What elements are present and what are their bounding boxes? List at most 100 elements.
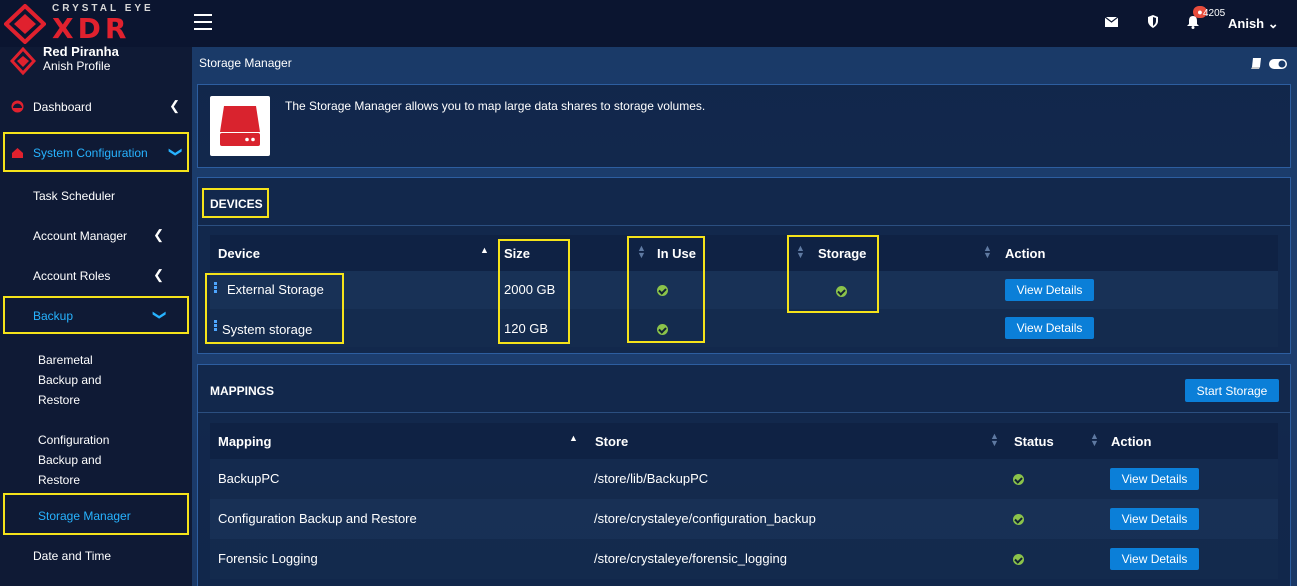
sidebar-item-label: Account Roles xyxy=(33,269,111,283)
column-header-status[interactable]: Status xyxy=(1014,434,1054,449)
sidebar-item-storage-manager[interactable]: Storage Manager xyxy=(0,496,192,536)
sidebar-item-label: Backup xyxy=(33,309,74,323)
chevron-left-icon: ❮ xyxy=(169,98,180,113)
shield-icon[interactable] xyxy=(1148,15,1158,28)
mappings-heading: MAPPINGS xyxy=(210,384,275,398)
mapping-store: /store/crystaleye/configuration_backup xyxy=(594,511,816,526)
sidebar-item-dashboard[interactable]: Dashboard ❮ xyxy=(0,87,192,127)
chevron-left-icon: ❮ xyxy=(153,227,164,242)
table-row: BackupPC /store/lib/BackupPC View Detail… xyxy=(210,459,1278,499)
chevron-left-icon: ❮ xyxy=(153,267,164,282)
dashboard-icon xyxy=(11,100,24,113)
menu-toggle-icon[interactable] xyxy=(194,14,212,30)
divider xyxy=(198,225,1290,226)
devices-panel: DEVICES Device ▲ Size ▲ ▼ In Use ▲ ▼ Stora… xyxy=(197,177,1291,354)
page-title: Storage Manager xyxy=(199,56,292,70)
check-icon xyxy=(1013,514,1024,525)
table-row: External Storage 2000 GB View Details xyxy=(210,271,1278,309)
mapping-name: Configuration Backup and Restore xyxy=(218,511,417,526)
page-tools xyxy=(1250,56,1287,70)
column-header-device[interactable]: Device xyxy=(218,246,260,261)
view-details-button[interactable]: View Details xyxy=(1005,317,1094,339)
mapping-store: /store/lib/BackupPC xyxy=(594,471,709,486)
column-header-in-use[interactable]: In Use xyxy=(657,246,696,261)
device-name: System storage xyxy=(222,322,313,337)
column-header-action: Action xyxy=(1111,434,1152,449)
sidebar-item-label: Backup and xyxy=(38,453,102,467)
sidebar-item-baremetal-backup[interactable]: Baremetal Backup and Restore xyxy=(0,347,192,407)
sidebar-item-label: System Configuration xyxy=(33,146,148,160)
sidebar-item-label: Date and Time xyxy=(33,549,112,563)
mapping-name: BackupPC xyxy=(218,471,280,486)
profile-logo-icon xyxy=(10,47,36,76)
table-row: System storage 120 GB View Details xyxy=(210,309,1278,347)
sort-asc-icon[interactable]: ▲ xyxy=(569,434,578,443)
sidebar-item-system-configuration[interactable]: System Configuration ❮ xyxy=(0,133,192,173)
top-bar: CRYSTAL EYE XDR ● 4205 Anish ⌄ xyxy=(0,0,1297,47)
sidebar-item-account-manager[interactable]: Account Manager ❮ xyxy=(0,216,192,256)
logo-product: XDR xyxy=(52,12,131,45)
profile-org: Red Piranha xyxy=(43,44,119,59)
sidebar-item-label: Restore xyxy=(38,473,81,487)
column-header-size[interactable]: Size xyxy=(504,246,530,261)
sidebar-item-label: Restore xyxy=(38,393,81,407)
sort-icon[interactable]: ▲ ▼ xyxy=(1090,432,1099,448)
drag-handle-icon[interactable] xyxy=(214,320,217,332)
sidebar: Red Piranha Anish Profile Dashboard ❮ Sy… xyxy=(0,44,192,586)
chevron-down-icon: ❮ xyxy=(166,146,182,158)
user-name: Anish xyxy=(1228,16,1265,31)
check-icon xyxy=(1013,474,1024,485)
device-size: 120 GB xyxy=(504,321,549,336)
device-size: 2000 GB xyxy=(504,282,556,297)
logo-mark-icon xyxy=(4,4,46,44)
sidebar-item-label: Configuration xyxy=(38,433,110,447)
sort-icon[interactable]: ▲ ▼ xyxy=(796,244,805,260)
mapping-name: Forensic Logging xyxy=(218,551,318,566)
sidebar-item-label: Account Manager xyxy=(33,229,128,243)
check-icon xyxy=(836,286,847,297)
view-details-button[interactable]: View Details xyxy=(1110,468,1199,490)
info-panel: The Storage Manager allows you to map la… xyxy=(197,84,1291,168)
sidebar-item-backup[interactable]: Backup ❮ xyxy=(0,296,192,336)
mapping-store: /store/crystaleye/forensic_logging xyxy=(594,551,787,566)
chevron-down-icon: ⌄ xyxy=(1267,16,1279,31)
book-icon[interactable] xyxy=(1250,58,1262,70)
column-header-store[interactable]: Store xyxy=(595,434,628,449)
sidebar-item-task-scheduler[interactable]: Task Scheduler xyxy=(0,176,192,216)
sidebar-item-label: Storage Manager xyxy=(38,509,131,523)
mail-icon[interactable] xyxy=(1105,17,1118,27)
chevron-down-icon: ❮ xyxy=(150,309,166,321)
sort-icon[interactable]: ▲ ▼ xyxy=(990,432,999,448)
drag-handle-icon[interactable] xyxy=(214,282,217,294)
system-config-icon xyxy=(12,148,23,158)
sort-icon[interactable]: ▲ ▼ xyxy=(637,244,646,260)
sidebar-item-label: Dashboard xyxy=(33,100,92,114)
sort-asc-icon[interactable]: ▲ xyxy=(480,246,489,255)
view-details-button[interactable]: View Details xyxy=(1005,279,1094,301)
sidebar-item-account-roles[interactable]: Account Roles ❮ xyxy=(0,256,192,296)
devices-table-header: Device ▲ Size ▲ ▼ In Use ▲ ▼ Storage ▲ ▼ Ac… xyxy=(210,235,1278,271)
view-details-button[interactable]: View Details xyxy=(1110,548,1199,570)
info-text: The Storage Manager allows you to map la… xyxy=(285,99,706,113)
column-header-mapping[interactable]: Mapping xyxy=(218,434,271,449)
table-row: Configuration Backup and Restore /store/… xyxy=(210,499,1278,539)
mappings-panel: MAPPINGS Start Storage Mapping ▲ Store ▲… xyxy=(197,364,1291,586)
divider xyxy=(198,412,1290,413)
view-details-button[interactable]: View Details xyxy=(1110,508,1199,530)
sidebar-item-label: Baremetal xyxy=(38,353,93,367)
devices-heading: DEVICES xyxy=(210,197,263,211)
main-content: Storage Manager The Storage Manager allo… xyxy=(192,47,1297,586)
sidebar-item-date-and-time[interactable]: Date and Time xyxy=(0,536,192,576)
sidebar-item-configuration-backup[interactable]: Configuration Backup and Restore xyxy=(0,427,192,487)
profile-name: Anish Profile xyxy=(43,59,111,73)
storage-drive-icon xyxy=(210,96,270,156)
start-storage-button[interactable]: Start Storage xyxy=(1185,379,1279,402)
check-icon xyxy=(1013,554,1024,565)
sidebar-item-label: Backup and xyxy=(38,373,102,387)
sort-icon[interactable]: ▲ ▼ xyxy=(983,244,992,260)
column-header-storage[interactable]: Storage xyxy=(818,246,866,261)
notification-count: 4205 xyxy=(1203,8,1226,19)
toggle-icon[interactable] xyxy=(1269,58,1287,69)
user-menu[interactable]: Anish ⌄ xyxy=(1228,16,1279,32)
check-icon xyxy=(657,285,668,296)
